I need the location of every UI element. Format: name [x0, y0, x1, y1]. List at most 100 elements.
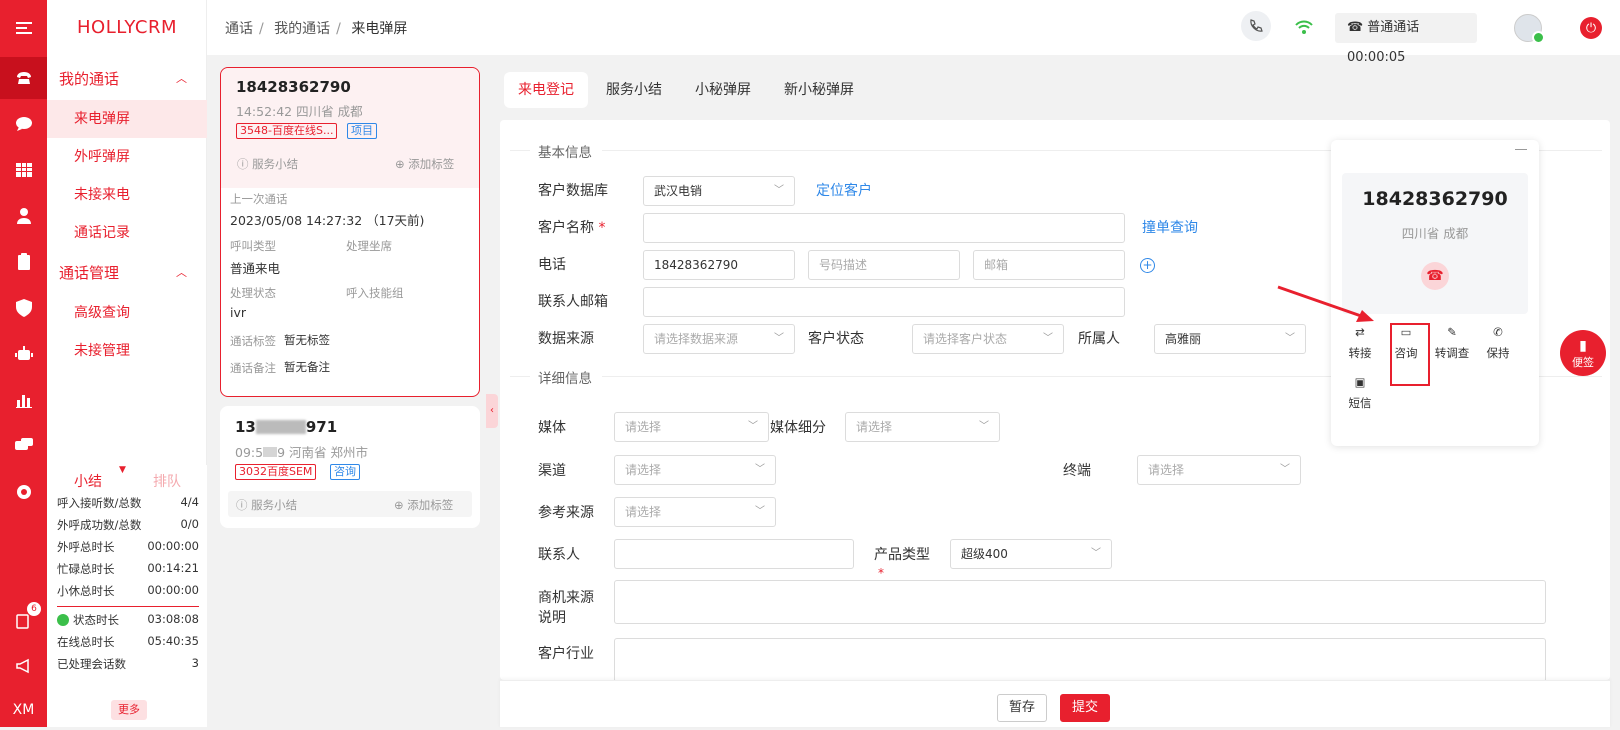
user-icon[interactable]: [0, 196, 47, 236]
email-input[interactable]: 邮箱: [973, 250, 1125, 280]
phone-icon[interactable]: [0, 57, 47, 99]
breadcrumb-item[interactable]: 我的通话: [274, 21, 330, 37]
submit-button[interactable]: 提交: [1060, 694, 1110, 722]
chevron-up-icon: ︿: [176, 266, 187, 279]
menu-item-outbound-popup[interactable]: 外呼弹屏: [47, 138, 207, 176]
messages-icon[interactable]: [0, 426, 47, 466]
add-phone-icon[interactable]: +: [1140, 258, 1155, 273]
clipboard-icon[interactable]: [0, 242, 47, 282]
bar-chart-icon[interactable]: [0, 380, 47, 420]
category-tag: 项目: [347, 123, 377, 139]
notification-icon[interactable]: 6: [0, 600, 47, 640]
channel-select[interactable]: 请选择 ﹀: [614, 455, 776, 485]
add-tag-button[interactable]: ⊕ 添加标签: [394, 497, 453, 513]
tab-incoming-registration[interactable]: 来电登记: [504, 72, 588, 108]
industry-input[interactable]: [614, 638, 1546, 680]
media-subcategory-select[interactable]: 请选择 ﹀: [845, 412, 1000, 442]
status-value: ivr: [230, 305, 247, 320]
add-tag-button[interactable]: ⊕ 添加标签: [395, 156, 454, 172]
collapse-arrow-icon[interactable]: ‹: [486, 394, 498, 428]
stat-row: 外呼成功数/总数 0/0: [57, 517, 199, 532]
media-select[interactable]: 请选择 ﹀: [614, 412, 769, 442]
industry-label: 客户行业: [538, 646, 594, 662]
biz-source-textarea[interactable]: [614, 580, 1546, 624]
menu-item-missed-management[interactable]: 未接管理: [47, 332, 207, 370]
settings-icon[interactable]: [0, 472, 47, 512]
menu-item-advanced-search[interactable]: 高级查询: [47, 294, 207, 332]
transfer-button[interactable]: ⇄ 转接: [1340, 325, 1380, 361]
menu-toggle-icon[interactable]: [0, 8, 47, 48]
customer-db-select[interactable]: 武汉电销 ﹀: [643, 176, 795, 206]
more-button[interactable]: 更多: [111, 700, 147, 720]
breadcrumb-item[interactable]: 通话: [225, 21, 253, 37]
phone-description-input[interactable]: 号码描述: [808, 250, 960, 280]
power-icon[interactable]: ⏻: [1580, 17, 1602, 39]
customer-status-select[interactable]: 请选择客户状态 ﹀: [912, 324, 1064, 354]
minimize-icon[interactable]: [1515, 149, 1527, 150]
source-tag: 3032百度SEM: [235, 464, 317, 480]
customer-status-label: 客户状态: [808, 331, 864, 347]
caller-number: 18428362790: [236, 78, 351, 96]
call-time-location: 09:5 9 河南省 郑州市: [235, 445, 368, 460]
skill-group-label: 呼入技能组: [346, 286, 404, 300]
service-summary-link[interactable]: ⓘ 服务小结: [237, 156, 298, 172]
status-ok-icon: [57, 614, 69, 626]
customer-name-input[interactable]: [643, 213, 1125, 243]
megaphone-icon[interactable]: [0, 646, 47, 686]
stat-row: 呼入接听数/总数 4/4: [57, 495, 199, 510]
phone-input[interactable]: 18428362790: [643, 250, 795, 280]
contact-email-input[interactable]: [643, 287, 1125, 317]
app-logo: HOLLYCRM: [77, 17, 177, 38]
edit-icon: ✎: [1447, 325, 1457, 339]
menu-group-my-calls[interactable]: 我的通话 ︿: [47, 60, 207, 98]
info-icon: ⓘ: [236, 498, 252, 512]
menu-item-missed-calls[interactable]: 未接来电: [47, 176, 207, 214]
shield-icon[interactable]: [0, 288, 47, 328]
terminal-select[interactable]: 请选择 ﹀: [1137, 455, 1301, 485]
dialpad-phone-icon[interactable]: [1241, 11, 1271, 41]
hangup-phone-icon[interactable]: ☎: [1421, 262, 1449, 290]
tab-service-summary[interactable]: 服务小结: [592, 72, 676, 108]
stat-row: 在线总时长 05:40:35: [57, 634, 199, 649]
grid-icon[interactable]: [0, 150, 47, 190]
menu-item-call-records[interactable]: 通话记录: [47, 214, 207, 252]
contact-label: 联系人: [538, 547, 580, 563]
notes-button[interactable]: ▮ 便签: [1560, 330, 1606, 376]
chevron-up-icon: ︿: [176, 72, 187, 85]
locate-customer-link[interactable]: 定位客户: [816, 180, 872, 200]
user-initials[interactable]: XM: [0, 690, 47, 730]
tab-queue[interactable]: 排队: [153, 471, 181, 491]
contact-input[interactable]: [614, 539, 854, 569]
call-card-active[interactable]: 18428362790 14:52:42 四川省 成都 3548-百度在线S..…: [220, 67, 480, 397]
tab-summary[interactable]: 小结: [74, 471, 102, 491]
tab-assistant-popup[interactable]: 小秘弹屏: [681, 72, 765, 108]
call-card[interactable]: 13 971 09:5 9 河南省 郑州市 3032百度SEM 咨询 ⓘ 服务小结 …: [220, 406, 480, 528]
call-tags-label: 通话标签: [230, 334, 276, 348]
sms-button[interactable]: ▣ 短信: [1340, 375, 1380, 411]
hold-button[interactable]: ✆ 保持: [1478, 325, 1518, 361]
phone-label: 电话: [538, 257, 566, 273]
masked-digits: [255, 420, 306, 434]
product-type-select[interactable]: 超级400 ﹀: [950, 539, 1112, 569]
avatar[interactable]: [1514, 14, 1545, 44]
online-status-icon: [1532, 31, 1545, 44]
transfer-survey-button[interactable]: ✎ 转调查: [1432, 325, 1472, 361]
data-source-select[interactable]: 请选择数据来源 ﹀: [643, 324, 795, 354]
tab-new-assistant-popup[interactable]: 新小秘弹屏: [770, 72, 868, 108]
chevron-down-icon: ﹀: [1091, 548, 1101, 559]
reference-source-select[interactable]: 请选择 ﹀: [614, 497, 776, 527]
duplicate-query-link[interactable]: 撞单查询: [1142, 217, 1198, 237]
chevron-down-icon: ﹀: [755, 506, 765, 517]
service-summary-link[interactable]: ⓘ 服务小结: [236, 497, 297, 513]
section-detail-info: 详细信息: [538, 371, 592, 387]
chat-icon[interactable]: [0, 104, 47, 144]
product-type-label: 产品类型: [874, 547, 930, 563]
stat-row: 外呼总时长 00:00:00: [57, 539, 199, 554]
robot-icon[interactable]: [0, 334, 47, 374]
breadcrumb: 通话 / 我的通话 / 来电弹屏: [225, 21, 408, 37]
menu-item-incoming-popup[interactable]: 来电弹屏: [47, 100, 207, 138]
channel-label: 渠道: [538, 463, 566, 479]
save-draft-button[interactable]: 暂存: [997, 694, 1047, 722]
call-remark-label: 通话备注: [230, 361, 276, 375]
menu-group-call-management[interactable]: 通话管理 ︿: [47, 254, 207, 292]
